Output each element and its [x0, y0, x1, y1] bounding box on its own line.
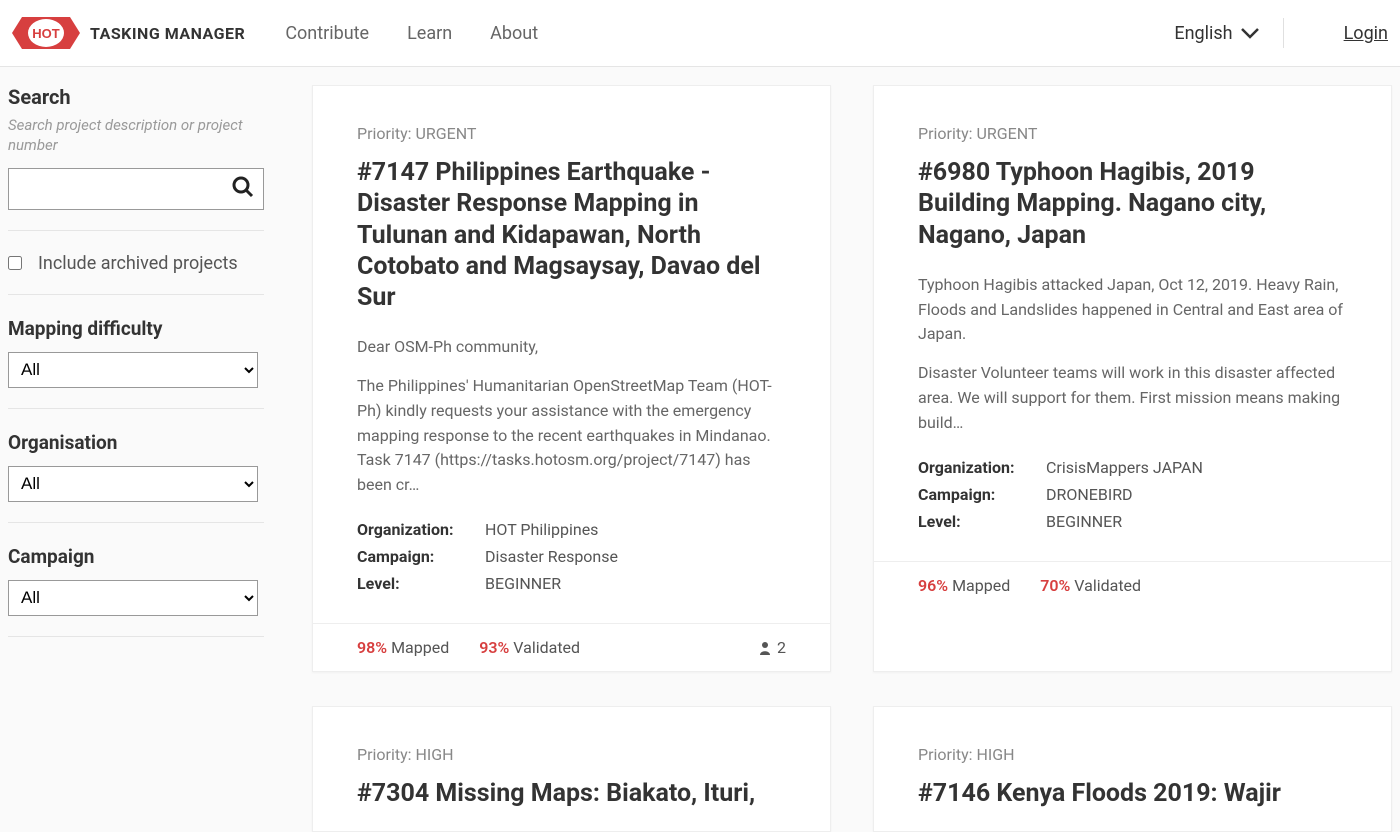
project-title: #7147 Philippines Earthquake - Disaster … [357, 157, 786, 313]
chevron-down-icon [1241, 28, 1259, 39]
meta-val: CrisisMappers JAPAN [1046, 458, 1203, 477]
sidebar-difficulty: Mapping difficulty All [8, 317, 264, 409]
project-footer: 96% Mapped 70% Validated [874, 561, 1391, 609]
meta-key: Campaign: [357, 547, 485, 566]
project-card[interactable]: Priority: URGENT #6980 Typhoon Hagibis, … [873, 85, 1392, 672]
project-title: #7304 Missing Maps: Biakato, Ituri, [357, 778, 786, 809]
nav-learn[interactable]: Learn [407, 23, 452, 44]
sidebar-archived: Include archived projects [8, 253, 264, 295]
project-body: Typhoon Hagibis attacked Japan, Oct 12, … [918, 273, 1347, 347]
archived-toggle[interactable]: Include archived projects [8, 253, 264, 274]
mapped-pct: 96% [918, 576, 948, 595]
sidebar-organisation: Organisation All [8, 431, 264, 523]
mapped-label: Mapped [391, 638, 449, 657]
meta-val: BEGINNER [1046, 512, 1122, 531]
campaign-select[interactable]: All [8, 580, 258, 616]
main-nav: Contribute Learn About [285, 23, 538, 44]
project-body: Disaster Volunteer teams will work in th… [918, 361, 1347, 435]
organisation-select[interactable]: All [8, 466, 258, 502]
mapped-pct: 98% [357, 638, 387, 657]
meta-val: BEGINNER [485, 574, 561, 593]
hot-logo-icon: HOT [12, 9, 80, 57]
validated-label: Validated [513, 638, 580, 657]
login-link[interactable]: Login [1284, 23, 1388, 44]
campaign-label: Campaign [8, 545, 264, 568]
archived-label: Include archived projects [38, 253, 238, 274]
meta-key: Organization: [918, 458, 1046, 477]
project-title: #7146 Kenya Floods 2019: Wajir [918, 778, 1347, 809]
page-body: Search Search project description or pro… [0, 67, 1400, 832]
difficulty-select[interactable]: All [8, 352, 258, 388]
difficulty-label: Mapping difficulty [8, 317, 264, 340]
sidebar-search: Search Search project description or pro… [8, 85, 264, 231]
sidebar: Search Search project description or pro… [8, 85, 264, 832]
meta-val: HOT Philippines [485, 520, 598, 539]
priority-label: Priority: URGENT [918, 124, 1347, 143]
meta-key: Campaign: [918, 485, 1046, 504]
logo[interactable]: HOT TASKING MANAGER [12, 9, 245, 57]
contributors-count: 2 [777, 638, 786, 657]
header-right: English Login [1150, 18, 1388, 48]
search-hint: Search project description or project nu… [8, 115, 264, 156]
organisation-label: Organisation [8, 431, 264, 454]
mapped-label: Mapped [952, 576, 1010, 595]
svg-text:HOT: HOT [32, 26, 60, 41]
validated-pct: 93% [479, 638, 509, 657]
meta-val: Disaster Response [485, 547, 618, 566]
project-body: Dear OSM-Ph community, [357, 335, 786, 360]
search-icon[interactable] [232, 176, 254, 202]
validated-pct: 70% [1040, 576, 1070, 595]
project-card[interactable]: Priority: URGENT #7147 Philippines Earth… [312, 85, 831, 672]
project-card[interactable]: Priority: HIGH #7304 Missing Maps: Biaka… [312, 706, 831, 832]
priority-label: Priority: URGENT [357, 124, 786, 143]
project-body: The Philippines' Humanitarian OpenStreet… [357, 374, 786, 498]
project-footer: 98% Mapped 93% Validated 2 [313, 623, 830, 671]
archived-checkbox[interactable] [8, 256, 22, 270]
user-icon [759, 641, 771, 655]
language-selector[interactable]: English [1150, 18, 1283, 48]
search-input[interactable] [8, 168, 264, 210]
search-title: Search [8, 85, 264, 109]
project-meta: Organization:HOT Philippines Campaign:Di… [357, 520, 786, 601]
meta-key: Level: [918, 512, 1046, 531]
priority-label: Priority: HIGH [357, 745, 786, 764]
priority-label: Priority: HIGH [918, 745, 1347, 764]
project-meta: Organization:CrisisMappers JAPAN Campaig… [918, 458, 1347, 539]
meta-key: Level: [357, 574, 485, 593]
nav-about[interactable]: About [490, 23, 538, 44]
validated-label: Validated [1074, 576, 1141, 595]
header: HOT TASKING MANAGER Contribute Learn Abo… [0, 0, 1400, 67]
nav-contribute[interactable]: Contribute [285, 23, 369, 44]
brand-text: TASKING MANAGER [90, 24, 245, 43]
meta-val: DRONEBIRD [1046, 485, 1133, 504]
project-card[interactable]: Priority: HIGH #7146 Kenya Floods 2019: … [873, 706, 1392, 832]
language-label: English [1174, 23, 1232, 44]
sidebar-campaign: Campaign All [8, 545, 264, 637]
meta-key: Organization: [357, 520, 485, 539]
project-title: #6980 Typhoon Hagibis, 2019 Building Map… [918, 157, 1347, 251]
project-grid: Priority: URGENT #7147 Philippines Earth… [312, 85, 1392, 832]
contributors: 2 [759, 638, 786, 657]
